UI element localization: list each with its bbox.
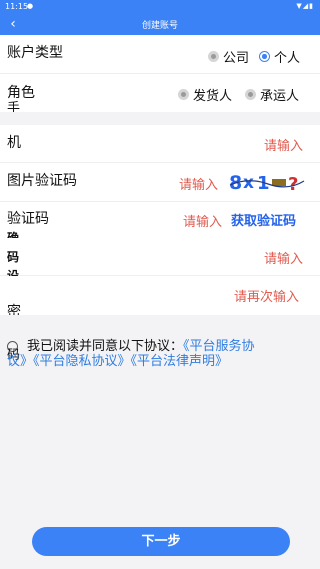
captcha-char-4 [272,179,286,186]
account-type-label: 账户类型 [7,45,63,61]
sms-code-input[interactable]: 请输入 [183,211,222,230]
phone-label: 机 [7,135,21,151]
radio-carrier[interactable]: 承运人 [245,85,299,104]
link-service-agreement-cont[interactable]: 议》 [7,354,33,369]
radio-company[interactable]: 公司 [208,47,249,66]
radio-checked-icon [259,51,270,62]
captcha-char-2: x [243,173,254,193]
agreement-line-2: 议》《平台隐私协议》《平台法律声明》 [7,354,228,369]
agreement-prefix: 我已阅读并同意以下协议： [27,339,184,354]
password-label-fragment-2: 码 [7,250,20,264]
password-input[interactable]: 请输入 [264,248,303,267]
phone-input[interactable]: 请输入 [264,135,303,154]
password-row: 码 设 请输入 [0,238,320,283]
captcha-char-5: ? [288,174,298,193]
radio-personal[interactable]: 个人 [259,47,300,66]
status-icons: ▼◢▮ [296,2,314,10]
next-button[interactable]: 下一步 [32,527,290,556]
status-bar: 11:15 ● ▼◢▮ [0,0,320,13]
radio-personal-label: 个人 [274,51,301,66]
link-privacy-agreement[interactable]: 《平台隐私协议》 [33,354,131,369]
sms-code-label: 验证码 [7,211,49,227]
radio-shipper[interactable]: 发货人 [178,85,232,104]
section-gap [0,112,320,125]
status-time: 11:15 [5,2,29,11]
link-legal-statement[interactable]: 《平台法律声明》 [131,354,229,369]
page-title: 创建账号 [141,21,178,31]
image-captcha-input[interactable]: 请输入 [179,174,218,193]
agreement-line-1: 我已阅读并同意以下协议：《平台服务协 [27,339,255,354]
notification-icon: ● [27,2,34,10]
role-row: 角色 手 发货人 承运人 [0,74,320,116]
radio-unchecked-icon [208,51,219,62]
confirm-password-input[interactable]: 请再次输入 [234,286,299,305]
captcha-image[interactable]: 8 x 1 ? [228,171,306,193]
get-code-button[interactable]: 获取验证码 [231,210,296,229]
link-service-agreement[interactable]: 《平台服务协 [183,339,255,354]
radio-unchecked-icon [178,89,189,100]
radio-unchecked-icon [245,89,256,100]
radio-carrier-label: 承运人 [260,89,300,104]
nav-bar: ‹ 创建账号 [0,13,320,35]
phone-row: 机 请输入 [0,125,320,163]
confirm-password-row: 密 请再次输入 [0,276,320,320]
radio-company-label: 公司 [223,51,250,66]
radio-shipper-label: 发货人 [193,89,233,104]
image-captcha-label: 图片验证码 [7,173,77,189]
account-type-row: 账户类型 公司 个人 [0,35,320,74]
role-label: 角色 [7,85,35,101]
